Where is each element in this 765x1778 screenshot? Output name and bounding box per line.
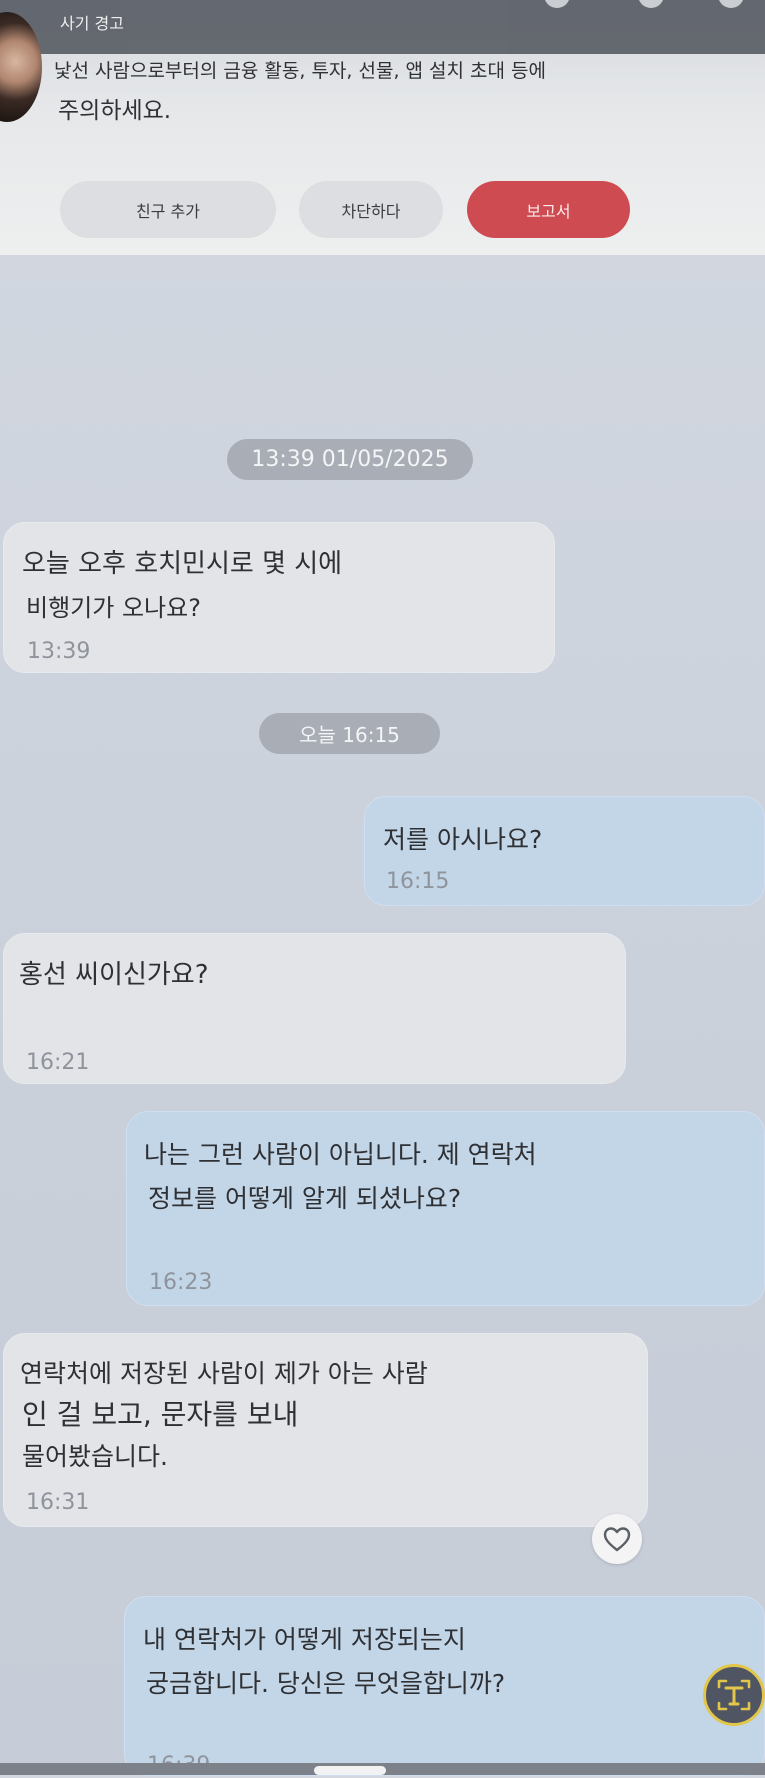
heart-icon: [603, 1527, 631, 1552]
outgoing-message[interactable]: 내 연락처가 어떻게 저장되는지 궁금합니다. 당신은 무엇을합니까? 16:3…: [124, 1596, 765, 1777]
message-timestamp: 13:39: [27, 639, 91, 664]
message-timestamp: 16:15: [386, 869, 450, 894]
home-indicator[interactable]: [314, 1766, 386, 1775]
message-text-line: 내 연락처가 어떻게 저장되는지: [143, 1625, 466, 1654]
message-text-line: 저를 아시나요?: [383, 825, 543, 854]
message-text-line: 정보를 어떻게 알게 되셨나요?: [148, 1184, 462, 1213]
message-text-line: 물어봤습니다.: [22, 1442, 168, 1471]
add-friend-button[interactable]: 친구 추가: [60, 181, 276, 238]
message-text-line: 연락처에 저장된 사람이 제가 아는 사람: [20, 1359, 428, 1388]
react-heart-button[interactable]: [592, 1514, 642, 1564]
message-timestamp: 16:23: [149, 1270, 213, 1295]
message-text-line: 인 걸 보고, 문자를 보내: [22, 1398, 299, 1431]
incoming-message[interactable]: 연락처에 저장된 사람이 제가 아는 사람 인 걸 보고, 문자를 보내 물어봤…: [3, 1333, 648, 1527]
warning-message-line-1: 낯선 사람으로부터의 금융 활동, 투자, 선물, 앱 설치 초대 등에: [54, 60, 546, 82]
text-translate-icon: [717, 1679, 751, 1711]
warning-message-line-2: 주의하세요.: [58, 98, 172, 124]
outgoing-message[interactable]: 저를 아시나요? 16:15: [364, 796, 765, 906]
message-timestamp: 16:31: [26, 1490, 90, 1515]
message-text-line: 궁금합니다. 당신은 무엇을합니까?: [146, 1669, 506, 1698]
incoming-message[interactable]: 홍선 씨이신가요? 16:21: [3, 933, 626, 1084]
report-button[interactable]: 보고서: [467, 181, 630, 238]
message-timestamp: 16:21: [26, 1050, 90, 1075]
status-dot: [544, 0, 570, 8]
message-text-line: 오늘 오후 호치민시로 몇 시에: [22, 549, 343, 579]
warning-title: 사기 경고: [60, 14, 124, 33]
outgoing-message[interactable]: 나는 그런 사람이 아닙니다. 제 연락처 정보를 어떻게 알게 되셨나요? 1…: [126, 1111, 765, 1306]
message-text-line: 나는 그런 사람이 아닙니다. 제 연락처: [144, 1140, 537, 1169]
message-text-line: 비행기가 오나요?: [26, 594, 201, 622]
warning-header-bar: 사기 경고: [0, 0, 765, 54]
status-dot: [718, 0, 744, 8]
scam-warning-panel: 사기 경고 낯선 사람으로부터의 금융 활동, 투자, 선물, 앱 설치 초대 …: [0, 0, 765, 255]
block-button[interactable]: 차단하다: [299, 181, 443, 238]
translate-button[interactable]: [703, 1664, 765, 1726]
incoming-message[interactable]: 오늘 오후 호치민시로 몇 시에 비행기가 오나요? 13:39: [3, 522, 555, 673]
date-separator: 오늘 16:15: [259, 713, 440, 754]
message-text-line: 홍선 씨이신가요?: [19, 960, 209, 990]
status-dot: [638, 0, 664, 8]
date-separator: 13:39 01/05/2025: [227, 439, 473, 480]
